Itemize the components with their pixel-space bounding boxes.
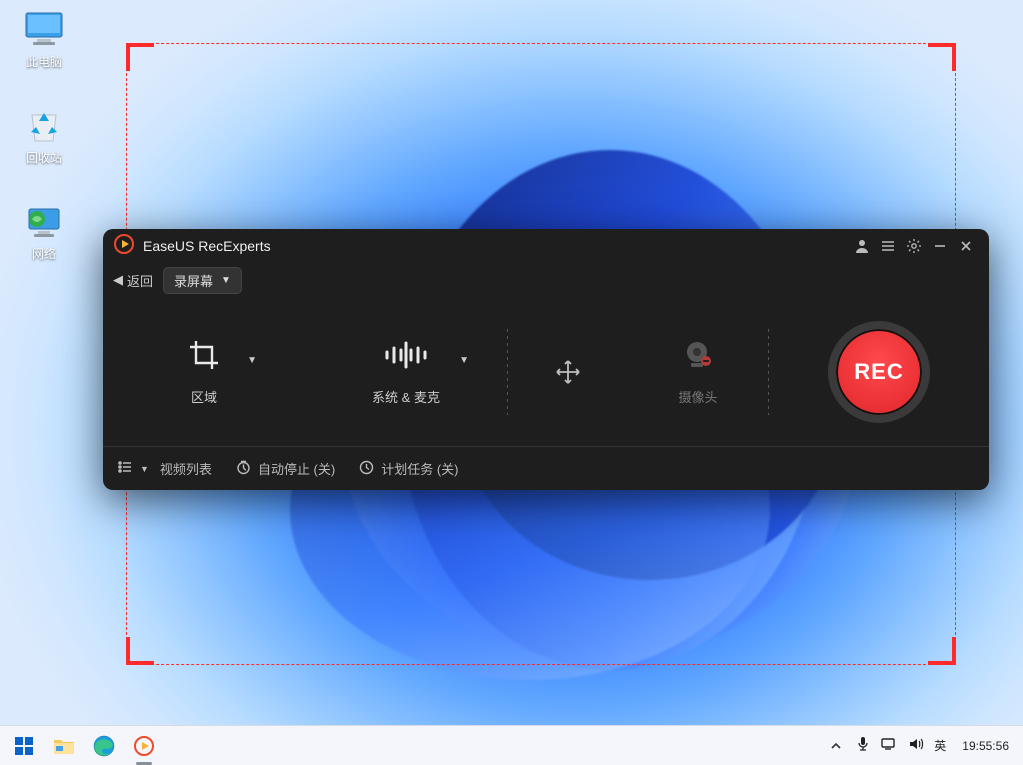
option-region[interactable]: ▼ 区域 xyxy=(103,337,305,406)
window-subbar: ◀ 返回 录屏幕 ▼ xyxy=(103,263,989,297)
window-bottombar: ▼ 视频列表 自动停止 (关) 计划任务 (关) xyxy=(103,446,989,490)
start-button[interactable] xyxy=(8,730,40,762)
taskbar-recexperts[interactable] xyxy=(128,730,160,762)
recexperts-window: EaseUS RecExperts ◀ 返回 xyxy=(103,229,989,490)
desktop-icon-label: 回收站 xyxy=(5,149,83,166)
taskbar-file-explorer[interactable] xyxy=(48,730,80,762)
triangle-down-icon: ▼ xyxy=(221,275,231,286)
back-button[interactable]: ◀ 返回 xyxy=(113,271,153,290)
system-tray: 英 19:55:56 xyxy=(826,730,1015,762)
menu-button[interactable] xyxy=(875,233,901,259)
option-camera[interactable]: 摄像头 xyxy=(628,337,768,406)
taskbar-clock[interactable]: 19:55:56 xyxy=(956,739,1015,753)
triangle-down-icon: ▼ xyxy=(247,355,257,366)
account-button[interactable] xyxy=(849,233,875,259)
desktop-icon-network[interactable]: 网络 xyxy=(5,200,83,262)
option-label: 摄像头 xyxy=(678,387,717,406)
option-move[interactable] xyxy=(508,354,628,390)
monitor-icon xyxy=(20,8,68,50)
desktop-icon-this-pc[interactable]: 此电脑 xyxy=(5,8,83,70)
triangle-down-icon: ▼ xyxy=(140,464,149,474)
network-tray-icon[interactable] xyxy=(880,737,898,754)
record-label: REC xyxy=(854,359,903,385)
minimize-button[interactable] xyxy=(927,233,953,259)
settings-button[interactable] xyxy=(901,233,927,259)
taskbar-edge[interactable] xyxy=(88,730,120,762)
autostop-button[interactable]: 自动停止 (关) xyxy=(236,459,335,478)
back-label: 返回 xyxy=(127,271,153,290)
ime-indicator[interactable]: 英 xyxy=(934,737,946,754)
taskbar: 英 19:55:56 xyxy=(0,725,1023,765)
main-options-row: ▼ 区域 ▼ 系统 & 麦克 摄像 xyxy=(103,297,989,446)
app-logo-icon xyxy=(113,233,135,260)
window-titlebar[interactable]: EaseUS RecExperts xyxy=(103,229,989,263)
triangle-down-icon: ▼ xyxy=(459,355,469,366)
window-title: EaseUS RecExperts xyxy=(143,238,271,254)
audio-wave-icon: ▼ xyxy=(381,337,431,373)
option-label: 系统 & 麦克 xyxy=(372,387,440,406)
tray-expand-icon[interactable] xyxy=(826,730,846,762)
record-button[interactable]: REC xyxy=(828,321,930,423)
network-icon xyxy=(20,200,68,242)
volume-icon[interactable] xyxy=(908,737,924,754)
clock-icon xyxy=(359,460,374,478)
desktop-icon-recycle-bin[interactable]: 回收站 xyxy=(5,104,83,166)
move-arrows-icon xyxy=(554,354,582,390)
list-icon xyxy=(117,459,133,478)
record-mode-label: 录屏幕 xyxy=(174,271,213,290)
desktop-icon-label: 网络 xyxy=(5,245,83,262)
microphone-icon[interactable] xyxy=(856,736,870,755)
triangle-left-icon: ◀ xyxy=(113,272,123,288)
option-audio[interactable]: ▼ 系统 & 麦克 xyxy=(305,337,507,406)
recycle-bin-icon xyxy=(20,104,68,146)
videolist-button[interactable]: ▼ 视频列表 xyxy=(117,459,212,478)
desktop-background: 此电脑 回收站 网络 EaseUS RecExperts xyxy=(0,0,1023,765)
videolist-label: 视频列表 xyxy=(160,459,212,478)
autostop-label: 自动停止 (关) xyxy=(258,459,335,478)
timer-icon xyxy=(236,460,251,478)
webcam-off-icon xyxy=(682,337,714,373)
schedule-button[interactable]: 计划任务 (关) xyxy=(359,459,458,478)
schedule-label: 计划任务 (关) xyxy=(381,459,458,478)
desktop-icon-label: 此电脑 xyxy=(5,53,83,70)
close-button[interactable] xyxy=(953,233,979,259)
option-label: 区域 xyxy=(191,387,217,406)
crop-icon: ▼ xyxy=(187,337,221,373)
record-mode-dropdown[interactable]: 录屏幕 ▼ xyxy=(163,267,242,294)
